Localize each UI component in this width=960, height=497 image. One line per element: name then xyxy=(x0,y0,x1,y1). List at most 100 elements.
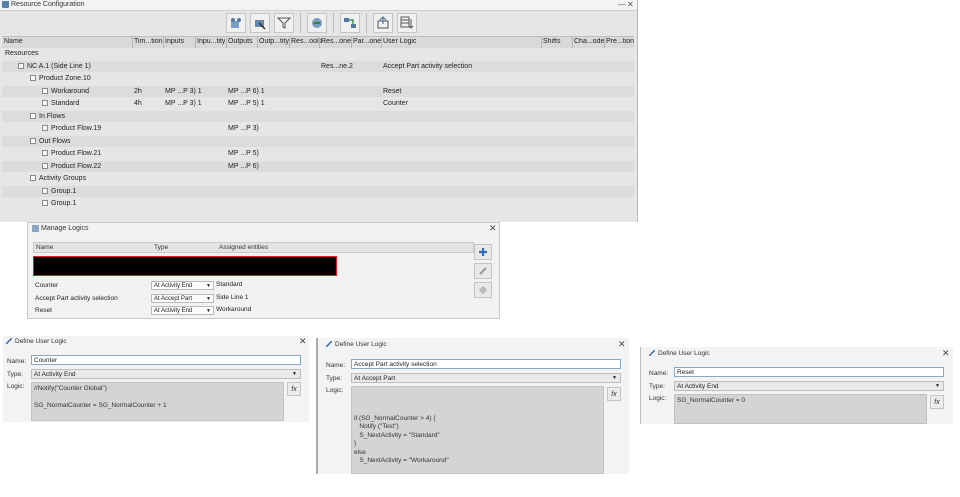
close-button[interactable]: ✕ xyxy=(489,223,497,234)
row-name: Standard xyxy=(51,100,80,107)
tree-row[interactable]: Product Flow.21 MP ...P 5) xyxy=(2,148,634,159)
close-button[interactable]: ✕ xyxy=(942,348,950,359)
column-header[interactable]: Pre...tion xyxy=(606,38,634,45)
tree-node-icon[interactable] xyxy=(42,162,48,169)
tree-node-icon[interactable] xyxy=(30,137,36,144)
column-header[interactable]: Tim...tion xyxy=(134,38,163,45)
tree-node-icon[interactable] xyxy=(42,150,48,156)
tree-row[interactable]: Group.1 xyxy=(2,198,634,209)
tree-row[interactable]: Activity Groups xyxy=(2,173,634,184)
tree-node-icon[interactable] xyxy=(42,200,48,206)
type-dropdown[interactable]: At Activity End ▼ xyxy=(31,369,301,379)
assigned-entities: Workaround xyxy=(216,306,252,313)
define-user-logic-dialog: Define User Logic ✕ Name: Accept Part ac… xyxy=(316,338,629,474)
redacted-row xyxy=(33,256,337,276)
column-header[interactable]: Outp...tity xyxy=(259,38,289,45)
column-header[interactable]: Shifts xyxy=(543,38,561,45)
flow-icon[interactable] xyxy=(307,13,327,33)
name-field[interactable]: Reset xyxy=(674,367,944,377)
filter-icon[interactable] xyxy=(274,13,294,33)
type-select[interactable]: At Activity End ▼ xyxy=(151,306,214,315)
column-header[interactable]: User Logic xyxy=(383,38,416,45)
tree-node-icon[interactable] xyxy=(30,112,36,119)
close-button[interactable]: ✕ xyxy=(299,336,307,347)
resource-add-icon[interactable] xyxy=(226,13,246,33)
column-header[interactable]: Par...one xyxy=(353,38,381,45)
erase-icon[interactable] xyxy=(474,282,492,298)
logic-table-header: Name Type Assigned entities xyxy=(33,242,474,253)
row-name: Out Flows xyxy=(39,137,71,145)
tree-row[interactable]: Out Flows xyxy=(2,135,634,147)
tree-row[interactable]: Group.1 xyxy=(2,185,634,197)
tree-node-icon[interactable] xyxy=(42,125,48,131)
logic-editor[interactable]: SG_NormalCounter = 0 xyxy=(674,394,927,424)
edit-icon[interactable] xyxy=(474,263,492,279)
column-header[interactable]: Name xyxy=(4,38,23,45)
assigned-entities: Side Line 1 xyxy=(216,294,249,301)
column-header[interactable]: Outputs xyxy=(228,38,253,45)
logic-editor[interactable]: //Notify("Counter Global") SG_NormalCoun… xyxy=(31,382,284,421)
column-header: Type xyxy=(154,244,169,251)
dialog-title: Define User Logic xyxy=(658,350,710,357)
tree-row[interactable]: Product Flow.19 MP ...P 3) xyxy=(2,123,634,134)
column-header[interactable]: Cha...ode xyxy=(574,38,604,45)
tree-row[interactable]: NC A.1 (Side Line 1) Res...ne.2 Accept Par… xyxy=(2,60,634,72)
type-dropdown[interactable]: At Activity End ▼ xyxy=(674,381,944,391)
tree-row[interactable]: Workaround 2h MP ...P 3) 1 MP ...P 6) 1 Rese… xyxy=(2,85,634,97)
tree-row[interactable]: Product Flow.22 MP ...P 6) xyxy=(2,160,634,172)
close-button[interactable]: ✕ xyxy=(627,0,634,10)
type-label: Type: xyxy=(7,371,23,378)
function-icon[interactable]: fx xyxy=(287,382,301,396)
close-button[interactable]: ✕ xyxy=(618,339,626,350)
type-select[interactable]: At Activity End ▼ xyxy=(151,281,214,290)
add-icon[interactable] xyxy=(474,244,492,260)
row-name: Product Flow.22 xyxy=(51,162,102,170)
toolbar xyxy=(226,13,417,35)
minimize-button[interactable]: — xyxy=(618,0,626,10)
row-name: Product Flow.19 xyxy=(51,125,102,132)
resource-edit-icon[interactable] xyxy=(250,13,270,33)
chevron-down-icon: ▼ xyxy=(612,375,617,381)
column-divider xyxy=(195,37,196,48)
tree-row[interactable]: Standard 4h MP ...P 3) 1 MP ...P 5) 1 Counte… xyxy=(2,98,634,109)
column-header: Name xyxy=(36,244,54,251)
tree-node-icon[interactable] xyxy=(42,100,48,106)
column-divider xyxy=(289,37,290,48)
tree-row[interactable]: Resources xyxy=(2,48,634,59)
tree-node-icon[interactable] xyxy=(42,87,48,94)
inputs-cell: MP ...P 3) 1 xyxy=(165,100,202,107)
dialog-title: Define User Logic xyxy=(15,338,67,345)
column-header[interactable]: Res...one xyxy=(321,38,351,45)
chevron-down-icon: ▼ xyxy=(206,296,211,302)
column-divider xyxy=(257,37,258,48)
chevron-down-icon: ▼ xyxy=(206,308,211,314)
name-field[interactable]: Counter xyxy=(31,355,301,365)
dialog-title: Manage Logics xyxy=(41,225,89,232)
tree-node-icon[interactable] xyxy=(30,75,36,81)
name-field[interactable]: Accept Part activity selection xyxy=(351,359,621,369)
tree-node-icon[interactable] xyxy=(42,187,48,194)
app-icon xyxy=(2,1,9,8)
define-user-logic-dialog: Define User Logic ✕ Name: Reset Type: At… xyxy=(640,347,953,424)
type-dropdown[interactable]: At Accept Part ▼ xyxy=(351,373,621,383)
tree-node-icon[interactable] xyxy=(30,175,36,181)
function-icon[interactable]: fx xyxy=(607,387,621,401)
tree-node-icon[interactable] xyxy=(18,62,24,69)
grid-settings-icon[interactable] xyxy=(397,13,417,33)
column-header[interactable]: Inputs xyxy=(165,38,184,45)
column-header: Assigned entities xyxy=(219,244,269,251)
export-icon[interactable] xyxy=(373,13,393,33)
title-bar: Resource Configuration — ✕ xyxy=(0,0,637,11)
logic-label: Logic: xyxy=(326,387,344,394)
column-divider xyxy=(572,37,573,48)
logic-editor[interactable]: if (SG_NormalCounter > 4) { Notify ("Tes… xyxy=(351,386,604,474)
column-divider xyxy=(541,37,542,48)
column-header[interactable]: Res...ools xyxy=(291,38,322,45)
function-icon[interactable]: fx xyxy=(930,395,944,409)
type-select[interactable]: At Accept Part ▼ xyxy=(151,294,214,303)
route-icon[interactable] xyxy=(340,13,360,33)
logic-name: Accept Part activity selection xyxy=(35,295,118,302)
column-header[interactable]: Inpu...tity xyxy=(197,38,225,45)
tree-row[interactable]: Product Zone.10 xyxy=(2,73,634,84)
tree-row[interactable]: In Flows xyxy=(2,110,634,122)
